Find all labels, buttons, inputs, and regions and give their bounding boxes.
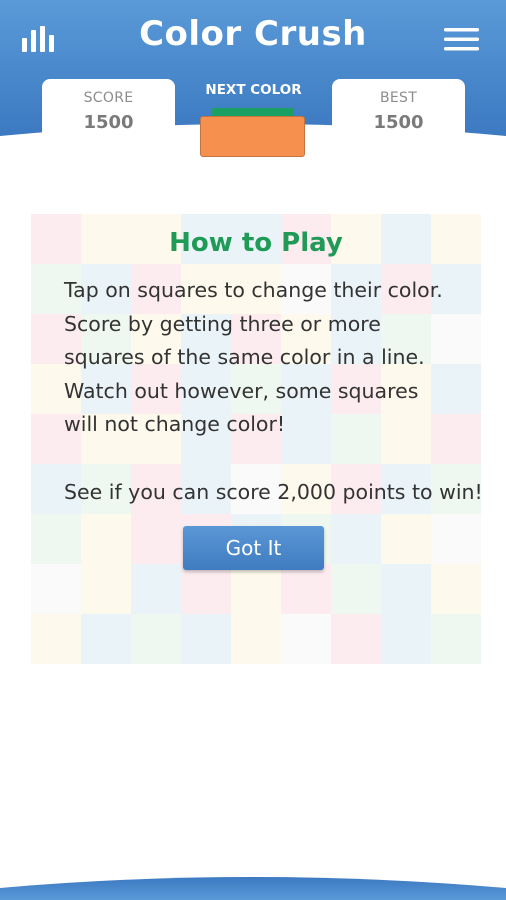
- board-tile[interactable]: [431, 564, 481, 614]
- board-tile[interactable]: [81, 514, 131, 564]
- board-tile[interactable]: [331, 514, 381, 564]
- board-tile[interactable]: [331, 564, 381, 614]
- board-tile[interactable]: [31, 614, 81, 664]
- board-tile[interactable]: [331, 614, 381, 664]
- got-it-button[interactable]: Got It: [183, 526, 324, 570]
- next-color-swatch: [200, 116, 305, 157]
- board-tile[interactable]: [31, 564, 81, 614]
- board-tile[interactable]: [381, 614, 431, 664]
- board-tile[interactable]: [181, 564, 231, 614]
- hamburger-menu-icon[interactable]: [444, 27, 480, 53]
- board-tile[interactable]: [81, 614, 131, 664]
- best-value: 1500: [373, 112, 424, 133]
- how-to-play-title: How to Play: [169, 228, 343, 258]
- board-tile[interactable]: [281, 564, 331, 614]
- board-tile[interactable]: [431, 514, 481, 564]
- board-tile[interactable]: [281, 614, 331, 664]
- board-tile[interactable]: [381, 564, 431, 614]
- board-tile[interactable]: [131, 564, 181, 614]
- board-tile[interactable]: [431, 614, 481, 664]
- board-tile[interactable]: [231, 614, 281, 664]
- board-tile[interactable]: [231, 564, 281, 614]
- best-score-card: BEST 1500: [332, 79, 465, 141]
- board-tile[interactable]: [131, 514, 181, 564]
- score-card: SCORE 1500: [42, 79, 175, 141]
- board-tile[interactable]: [131, 614, 181, 664]
- next-color-label: NEXT COLOR: [205, 82, 302, 98]
- board-tile[interactable]: [81, 564, 131, 614]
- app-title: Color Crush: [139, 14, 367, 54]
- app-header: Color Crush SCORE 1500 NEXT COLOR BEST 1…: [0, 0, 506, 160]
- how-to-play-instructions: Tap on squares to change their color. Sc…: [64, 278, 443, 436]
- footer-wave: [0, 877, 506, 900]
- score-label: SCORE: [83, 90, 134, 106]
- how-to-play-goal: See if you can score 2,000 points to win…: [64, 480, 483, 504]
- board-tile[interactable]: [381, 514, 431, 564]
- best-label: BEST: [379, 90, 418, 106]
- board-tile[interactable]: [181, 614, 231, 664]
- board-tile[interactable]: [31, 514, 81, 564]
- score-value: 1500: [83, 112, 134, 133]
